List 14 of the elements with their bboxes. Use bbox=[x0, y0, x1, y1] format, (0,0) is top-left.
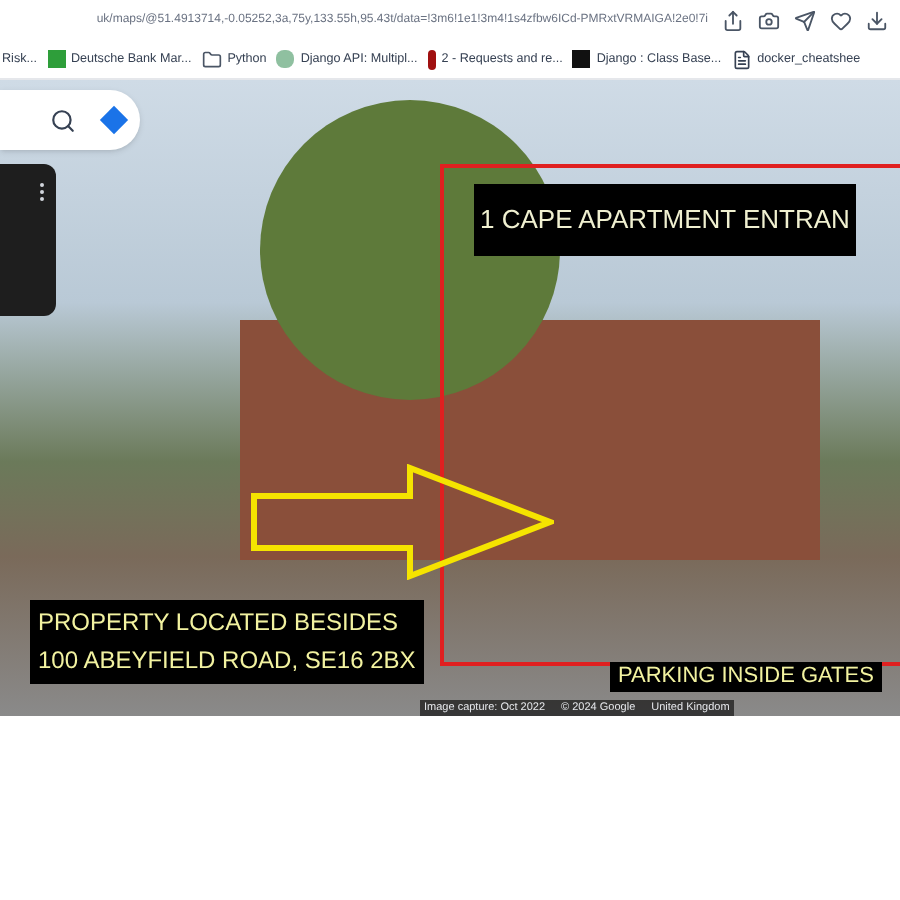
download-icon[interactable] bbox=[866, 9, 888, 31]
send-icon[interactable] bbox=[794, 9, 816, 31]
annotation-label: 1 CAPE APARTMENT ENTRAN bbox=[474, 184, 856, 255]
annotation-label: PARKING INSIDE GATES bbox=[610, 662, 882, 692]
folder-icon bbox=[201, 49, 222, 69]
annotation-label: PROPERTY LOCATED BESIDES 100 ABEYFIELD ROAD, SE16 2BX bbox=[30, 600, 424, 684]
camera-icon[interactable] bbox=[758, 9, 780, 31]
document-icon bbox=[731, 49, 752, 69]
arrow-icon bbox=[250, 464, 554, 580]
heart-icon[interactable] bbox=[830, 9, 852, 31]
search-icon[interactable] bbox=[50, 107, 76, 133]
search-pill[interactable] bbox=[0, 90, 140, 150]
square-icon bbox=[572, 50, 591, 68]
share-icon[interactable] bbox=[722, 9, 744, 31]
